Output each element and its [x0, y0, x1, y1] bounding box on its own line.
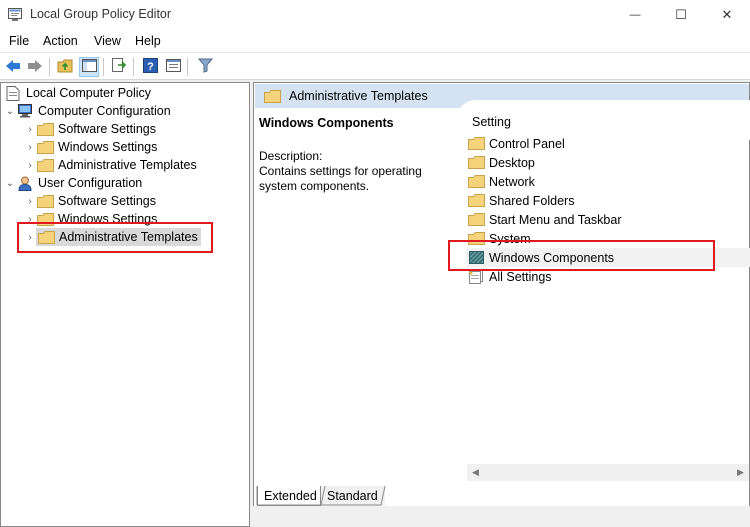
- toolbar-separator: [103, 58, 104, 76]
- tree-item-computer-configuration[interactable]: ⌄ Computer Configuration: [4, 102, 171, 120]
- chevron-right-icon[interactable]: ›: [24, 156, 36, 174]
- folder-icon: [467, 212, 485, 228]
- export-list-button[interactable]: [109, 57, 129, 77]
- policy-document-icon: [4, 85, 22, 101]
- folder-icon: [263, 88, 281, 104]
- folder-icon: [467, 174, 485, 190]
- folder-icon: [467, 155, 485, 171]
- forward-arrow-icon: [27, 59, 43, 76]
- back-arrow-icon: [5, 59, 21, 76]
- menu-help[interactable]: Help: [135, 34, 161, 48]
- toolbar: ?: [0, 52, 750, 80]
- back-button[interactable]: [3, 57, 23, 77]
- list-item-shared-folders[interactable]: Shared Folders: [467, 191, 574, 210]
- chevron-right-icon[interactable]: ›: [24, 120, 36, 138]
- console-tree-pane[interactable]: Local Computer Policy ⌄ Computer Configu…: [0, 82, 250, 527]
- list-item-label: Desktop: [489, 155, 535, 170]
- toolbar-separator: [187, 58, 188, 76]
- description-label: Description:: [259, 149, 323, 163]
- svg-text:?: ?: [147, 61, 154, 73]
- scroll-left-arrow-icon[interactable]: ◀: [467, 464, 484, 481]
- list-item-network[interactable]: Network: [467, 172, 535, 191]
- list-item-label: Control Panel: [489, 136, 565, 151]
- description-text: Contains settings for operating system c…: [259, 164, 422, 193]
- minimize-button[interactable]: —: [612, 0, 658, 30]
- list-item-label: Start Menu and Taskbar: [489, 212, 622, 227]
- tree-label: Administrative Templates: [58, 158, 197, 172]
- toolbar-separator: [49, 58, 50, 76]
- tree-item-administrative-templates[interactable]: › Administrative Templates: [24, 156, 197, 174]
- column-header-setting[interactable]: Setting: [472, 115, 511, 129]
- up-folder-icon: [57, 58, 74, 76]
- tree-item-software-settings[interactable]: › Software Settings: [24, 120, 156, 138]
- filter-icon: [197, 58, 213, 76]
- tree-label: Windows Settings: [58, 140, 158, 154]
- tab-borders: [256, 486, 386, 506]
- menu-file[interactable]: File: [9, 34, 29, 48]
- list-item-start-menu-and-taskbar[interactable]: Start Menu and Taskbar: [467, 210, 621, 229]
- folder-icon: [467, 136, 485, 152]
- highlight-box-administrative-templates: [17, 222, 213, 253]
- tree-label: User Configuration: [38, 176, 143, 190]
- properties-button[interactable]: [163, 57, 183, 77]
- help-button[interactable]: ?: [140, 57, 160, 77]
- tree-item-software-settings[interactable]: › Software Settings: [24, 192, 156, 210]
- show-hide-console-tree-button[interactable]: [79, 57, 99, 77]
- maximize-button[interactable]: ☐: [658, 0, 704, 30]
- details-header-title: Administrative Templates: [289, 89, 428, 103]
- menu-action[interactable]: Action: [43, 34, 78, 48]
- title-bar: Local Group Policy Editor — ☐ ✕: [0, 0, 750, 30]
- computer-icon: [16, 103, 34, 119]
- properties-icon: [165, 59, 181, 75]
- details-pane: Administrative Templates Windows Compone…: [253, 82, 750, 527]
- toolbar-separator: [133, 58, 134, 76]
- help-icon: ?: [142, 58, 158, 76]
- scroll-right-arrow-icon[interactable]: ▶: [732, 464, 749, 481]
- list-item-desktop[interactable]: Desktop: [467, 153, 535, 172]
- group-policy-app-icon: [8, 8, 22, 21]
- horizontal-scrollbar[interactable]: ◀ ▶: [467, 464, 749, 481]
- export-list-icon: [111, 58, 127, 76]
- list-item-label: Network: [489, 174, 535, 189]
- tree-root-local-computer-policy[interactable]: Local Computer Policy: [4, 84, 151, 102]
- chevron-down-icon[interactable]: ⌄: [4, 174, 16, 192]
- list-item-label: All Settings: [489, 269, 552, 284]
- folder-icon: [36, 193, 54, 209]
- close-icon: ✕: [721, 7, 733, 22]
- bottom-strip: [253, 506, 750, 527]
- highlight-box-windows-components: [448, 240, 715, 271]
- chevron-right-icon[interactable]: ›: [24, 192, 36, 210]
- tree-label: Software Settings: [58, 194, 156, 208]
- selected-item-title: Windows Components: [259, 116, 394, 130]
- folder-icon: [36, 157, 54, 173]
- menu-view[interactable]: View: [94, 34, 121, 48]
- window-title: Local Group Policy Editor: [30, 7, 172, 21]
- folder-icon: [36, 121, 54, 137]
- show-hide-tree-icon: [81, 59, 97, 75]
- list-item-control-panel[interactable]: Control Panel: [467, 134, 565, 153]
- tree-label: Local Computer Policy: [26, 86, 152, 100]
- chevron-right-icon[interactable]: ›: [24, 138, 36, 156]
- tree-item-user-configuration[interactable]: ⌄ User Configuration: [4, 174, 142, 192]
- user-icon: [16, 175, 34, 191]
- forward-button[interactable]: [25, 57, 45, 77]
- maximize-icon: ☐: [675, 7, 687, 22]
- tree-item-windows-settings[interactable]: › Windows Settings: [24, 138, 157, 156]
- folder-icon: [36, 139, 54, 155]
- chevron-down-icon[interactable]: ⌄: [4, 102, 16, 120]
- minimize-icon: —: [629, 9, 641, 21]
- up-one-level-button[interactable]: [55, 57, 75, 77]
- menu-bar: File Action View Help: [0, 30, 750, 52]
- folder-icon: [467, 193, 485, 209]
- list-item-label: Shared Folders: [489, 193, 575, 208]
- filter-button[interactable]: [195, 57, 215, 77]
- close-button[interactable]: ✕: [704, 0, 750, 30]
- tree-label: Software Settings: [58, 122, 156, 136]
- tree-label: Computer Configuration: [38, 104, 171, 118]
